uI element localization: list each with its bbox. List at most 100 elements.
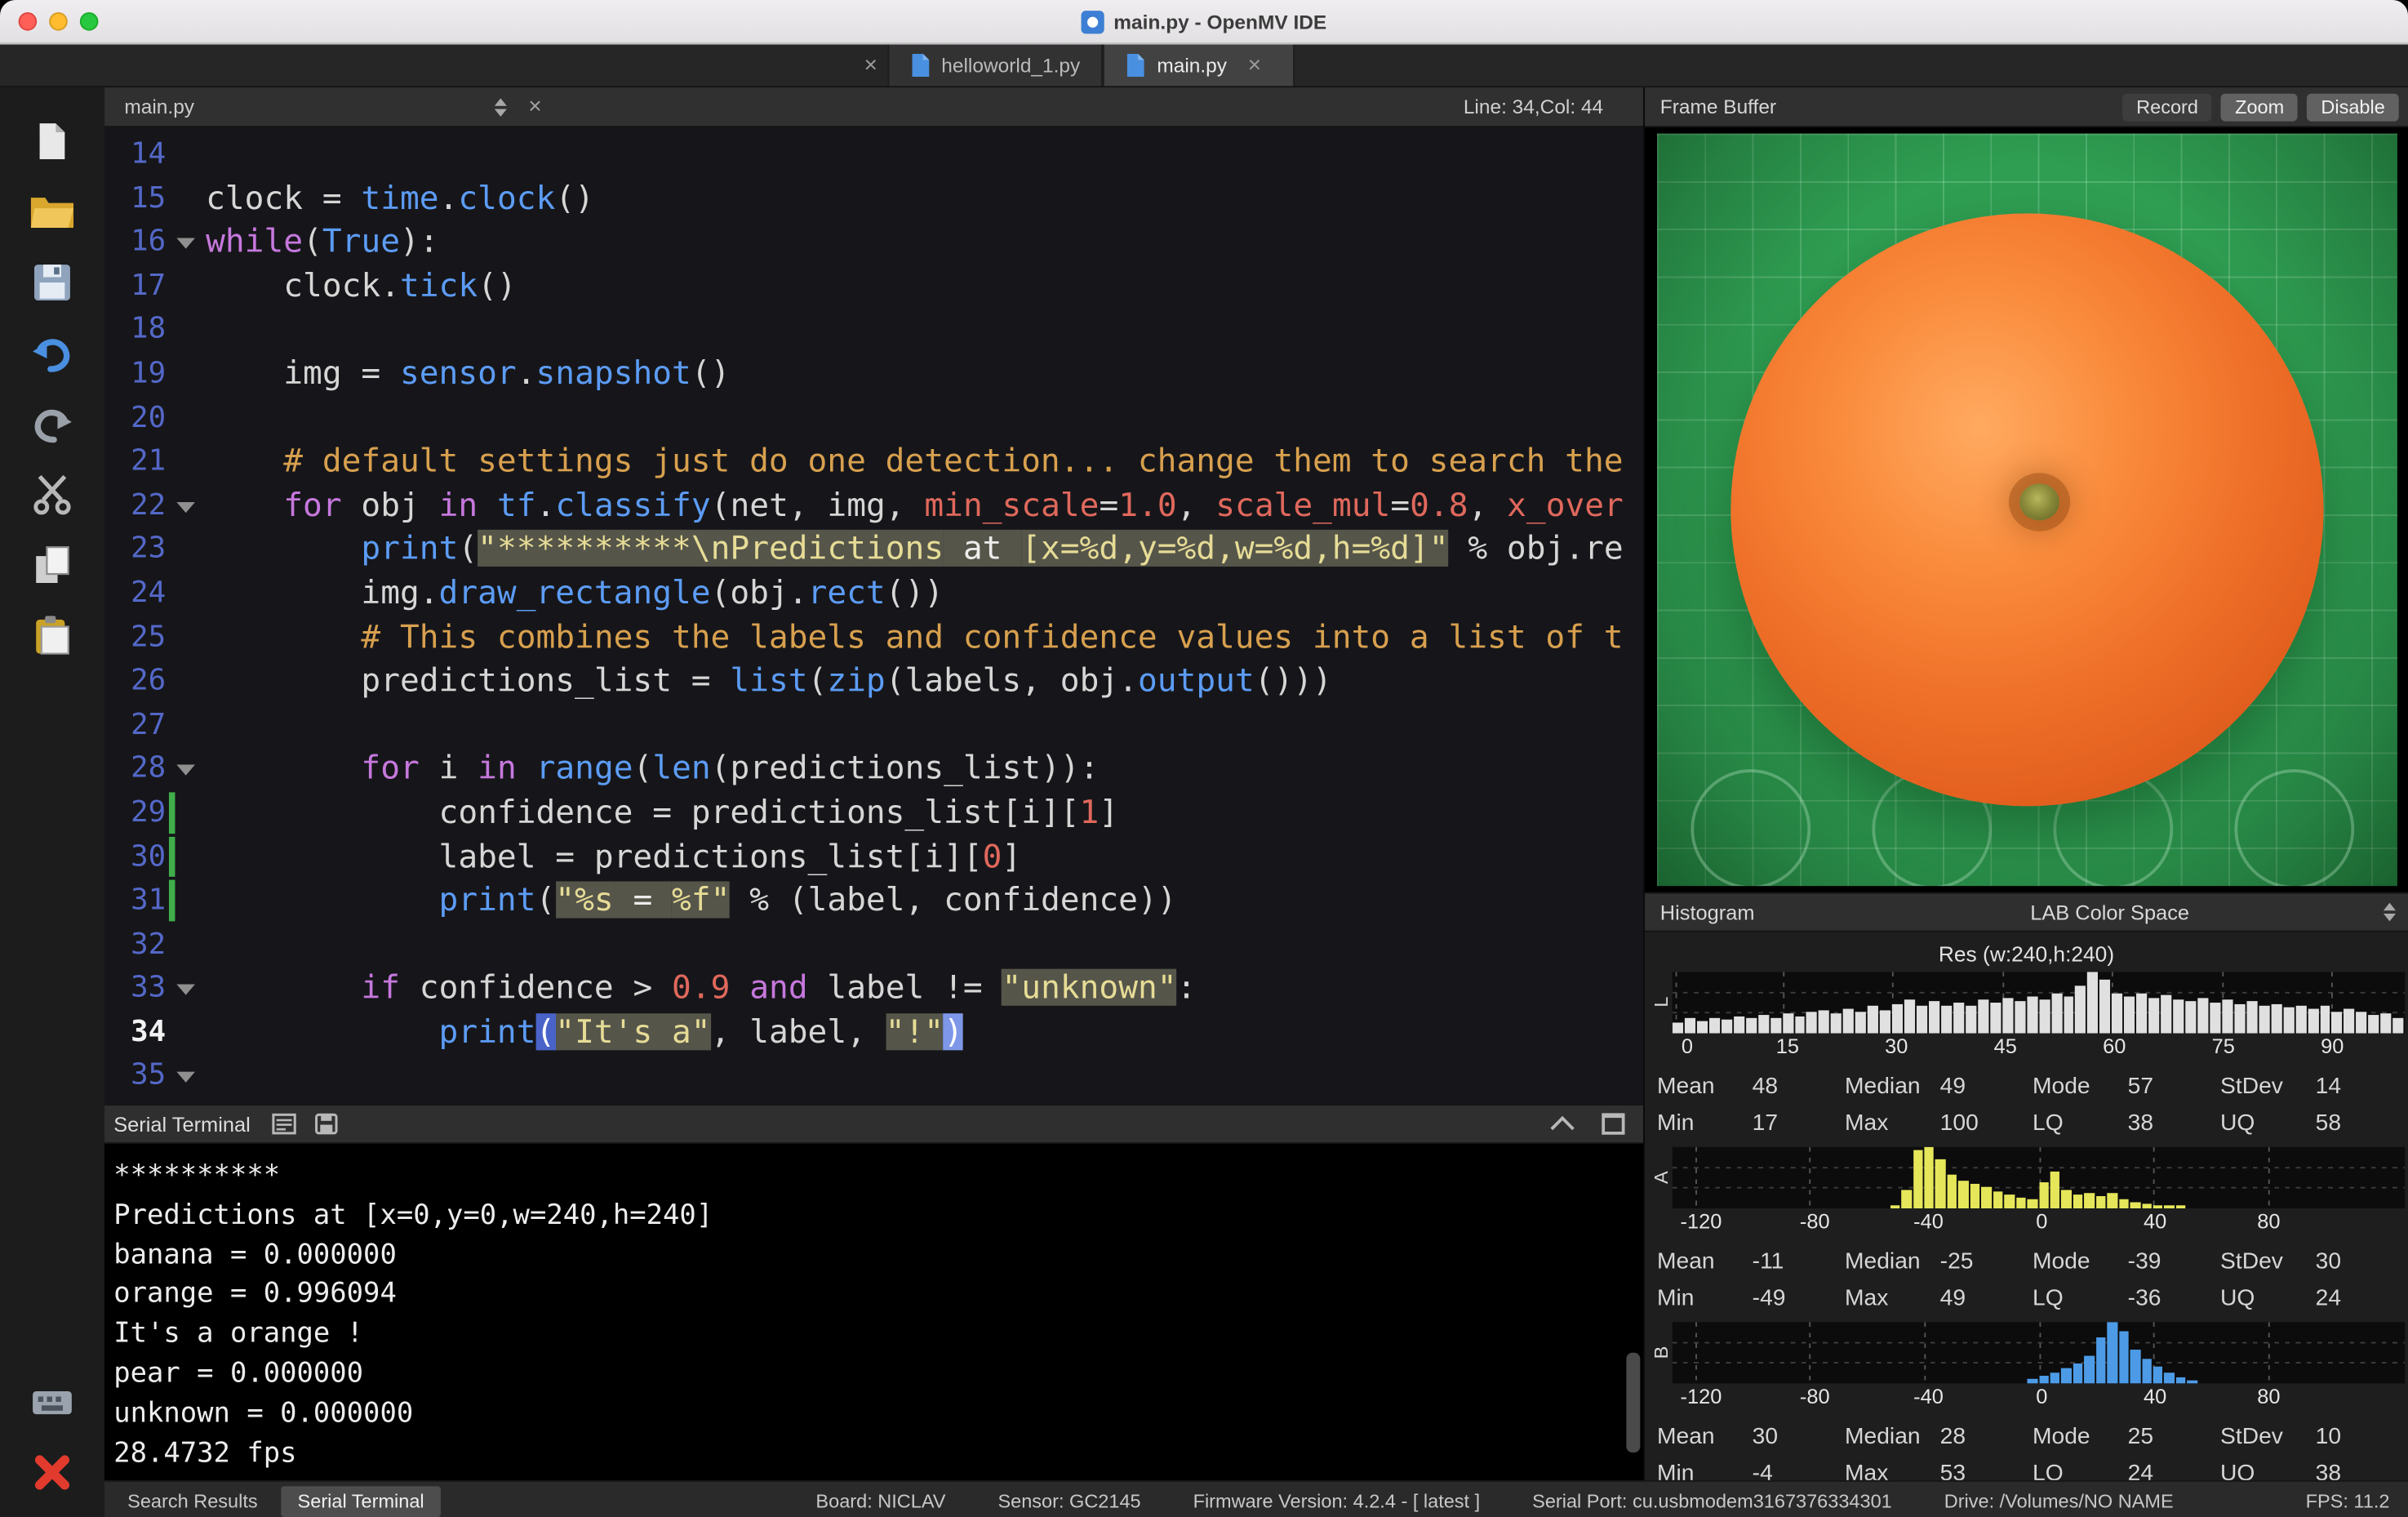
code-text: # default settings just do one detection… [206, 439, 1643, 483]
gutter-marker [166, 1010, 206, 1054]
connect-button[interactable] [24, 1376, 80, 1428]
line-number: 25 [104, 615, 166, 659]
close-window-button[interactable] [19, 12, 38, 31]
line-number: 21 [104, 439, 166, 483]
line-number: 23 [104, 527, 166, 572]
code-line[interactable]: 14 [104, 132, 1643, 176]
fold-marker-icon[interactable] [166, 1054, 206, 1098]
search-results-tab[interactable]: Search Results [110, 1486, 274, 1517]
channel-label: B [1651, 1322, 1673, 1383]
code-line[interactable]: 19 img = sensor.snapshot() [104, 352, 1643, 396]
code-line[interactable]: 21 # default settings just do one detect… [104, 439, 1643, 483]
frame-buffer-pane: Frame Buffer Record Zoom Disable [1643, 87, 2408, 1480]
code-line[interactable]: 17 clock.tick() [104, 264, 1643, 308]
code-line[interactable]: 34 print("It's a", label, "!") [104, 1010, 1643, 1054]
stat-lq: LQ-36 [2033, 1284, 2220, 1310]
combo-updown-icon [2384, 903, 2396, 922]
code-line[interactable]: 30 label = predictions_list[i][0] [104, 834, 1643, 879]
histogram-plot [1673, 1322, 2405, 1383]
stat-median: Median-25 [1845, 1248, 2033, 1274]
code-text: clock = time.clock() [206, 176, 1643, 220]
code-line[interactable]: 25 # This combines the labels and confid… [104, 615, 1643, 659]
fold-marker-icon[interactable] [166, 220, 206, 264]
gutter-marker [166, 395, 206, 439]
editor-pane: main.py × Line: 34,Col: 44 1415clock = t… [104, 87, 1643, 1480]
fold-marker-icon[interactable] [166, 966, 206, 1010]
close-document-icon[interactable]: × [516, 94, 554, 120]
code-line[interactable]: 29 confidence = predictions_list[i][1] [104, 790, 1643, 834]
gutter-marker [166, 308, 206, 352]
redo-button[interactable] [24, 398, 80, 450]
statusbar-item: Serial Port: cu.usbmodem3167376334301 [1532, 1491, 1892, 1512]
stat-stdev: StDev30 [2220, 1248, 2408, 1274]
zoom-window-button[interactable] [80, 12, 99, 31]
zoom-button[interactable]: Zoom [2221, 93, 2298, 121]
terminal-line: It's a orange ! [113, 1315, 1643, 1355]
code-editor[interactable]: 1415clock = time.clock()16while(True):17… [104, 127, 1643, 1104]
minimize-window-button[interactable] [49, 12, 68, 31]
line-number: 18 [104, 308, 166, 352]
terminal-line: Predictions at [x=0,y=0,w=240,h=240] [113, 1196, 1643, 1236]
fold-marker-icon[interactable] [166, 483, 206, 527]
stat-median: Median49 [1845, 1073, 2033, 1099]
tab-main[interactable]: main.py × [1103, 45, 1294, 87]
disable-button[interactable]: Disable [2307, 93, 2398, 121]
line-number: 34 [104, 1010, 166, 1054]
code-line[interactable]: 32 [104, 923, 1643, 967]
copy-button[interactable] [24, 539, 80, 591]
frame-buffer-view[interactable] [1645, 127, 2408, 892]
collapse-panel-icon[interactable] [1550, 1115, 1574, 1139]
tab-close-icon[interactable]: × [854, 45, 887, 87]
code-line[interactable]: 16while(True): [104, 220, 1643, 264]
code-line[interactable]: 23 print("**********\nPredictions at [x=… [104, 527, 1643, 572]
line-number: 22 [104, 483, 166, 527]
stat-mean: Mean48 [1657, 1073, 1845, 1099]
open-document-selector[interactable]: main.py [104, 96, 516, 118]
line-number: 17 [104, 264, 166, 308]
new-file-button[interactable] [24, 115, 80, 167]
fold-marker-icon[interactable] [166, 747, 206, 791]
workspace: main.py × Line: 34,Col: 44 1415clock = t… [0, 87, 2408, 1517]
histogram-bars [1673, 1147, 2405, 1208]
code-line[interactable]: 22 for obj in tf.classify(net, img, min_… [104, 483, 1643, 527]
stat-uq: UQ58 [2220, 1110, 2408, 1136]
colorspace-selector[interactable]: LAB Color Space [2030, 901, 2396, 923]
histogram-channels: L0153045607590Mean48Median49Mode57StDev1… [1645, 972, 2408, 1491]
gutter-marker [166, 615, 206, 659]
paste-button[interactable] [24, 610, 80, 662]
app-icon [1082, 10, 1104, 33]
terminal-scrollbar-thumb[interactable] [1626, 1352, 1640, 1453]
save-file-button[interactable] [24, 256, 80, 309]
gutter-marker [166, 439, 206, 483]
open-file-button[interactable] [24, 186, 80, 238]
code-line[interactable]: 33 if confidence > 0.9 and label != "unk… [104, 966, 1643, 1010]
code-text: clock.tick() [206, 264, 1643, 308]
connect-icon [29, 1383, 75, 1420]
stop-script-button[interactable] [24, 1447, 80, 1499]
code-line[interactable]: 24 img.draw_rectangle(obj.rect()) [104, 571, 1643, 615]
window-title-text: main.py - OpenMV IDE [1113, 10, 1326, 33]
histogram-plot [1673, 1147, 2405, 1208]
code-line[interactable]: 28 for i in range(len(predictions_list))… [104, 747, 1643, 791]
tab-helloworld[interactable]: helloworld_1.py [887, 45, 1103, 87]
code-line[interactable]: 18 [104, 308, 1643, 352]
serial-terminal[interactable]: **********Predictions at [x=0,y=0,w=240,… [104, 1144, 1643, 1480]
serial-terminal-tab[interactable]: Serial Terminal [281, 1486, 442, 1517]
histogram-header: Histogram LAB Color Space [1645, 892, 2408, 932]
code-line[interactable]: 35 [104, 1054, 1643, 1098]
histogram-channel-A: A-120-80-4004080Mean-11Median-25Mode-39S… [1651, 1147, 2408, 1316]
code-line[interactable]: 26 predictions_list = list(zip(labels, o… [104, 659, 1643, 703]
code-line[interactable]: 31 print("%s = %f" % (label, confidence)… [104, 879, 1643, 923]
expand-panel-icon[interactable] [1602, 1113, 1624, 1134]
log-icon[interactable] [272, 1113, 296, 1134]
tab-close-icon[interactable]: × [1237, 52, 1271, 78]
record-button[interactable]: Record [2122, 93, 2212, 121]
statusbar-item: Drive: /Volumes/NO NAME [1944, 1491, 2174, 1512]
code-line[interactable]: 27 [104, 703, 1643, 747]
combo-updown-icon [495, 97, 507, 116]
save-log-icon[interactable] [315, 1113, 338, 1134]
cut-button[interactable] [24, 469, 80, 521]
undo-button[interactable] [24, 327, 80, 380]
code-line[interactable]: 20 [104, 395, 1643, 439]
code-line[interactable]: 15clock = time.clock() [104, 176, 1643, 220]
